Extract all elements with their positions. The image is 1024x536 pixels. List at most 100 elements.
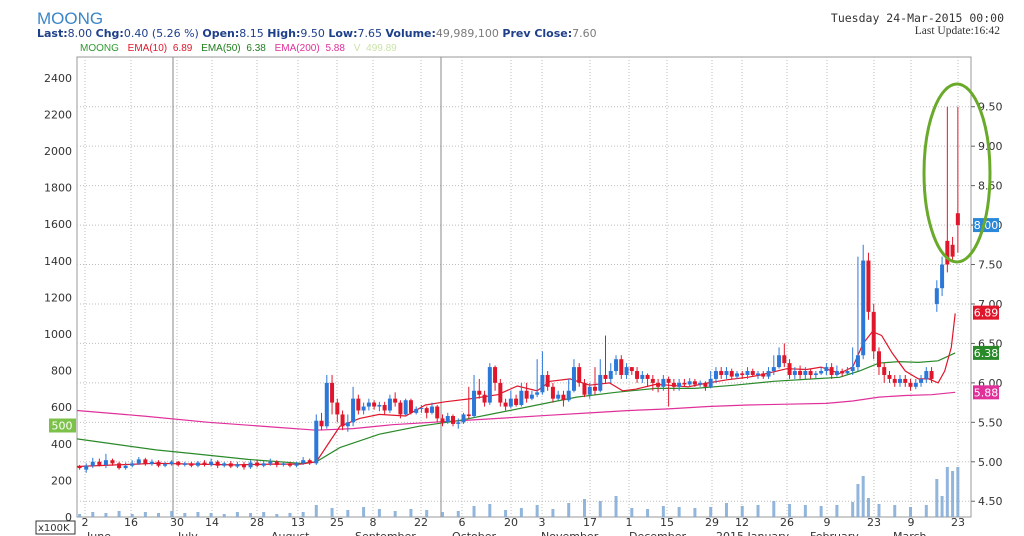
x-tick: 30: [170, 516, 184, 529]
candle-body: [808, 371, 813, 375]
candle-body: [840, 371, 845, 374]
candle-body: [950, 244, 955, 257]
candle-body: [382, 404, 387, 411]
volume-bar: [940, 496, 944, 517]
volume-bar: [393, 511, 397, 517]
volume-bar: [409, 509, 413, 517]
candle-body: [682, 382, 687, 385]
candle-body: [677, 382, 682, 387]
candle-body: [248, 462, 253, 468]
candle-body: [345, 422, 350, 427]
candle-body: [850, 367, 855, 372]
candle-body: [228, 463, 233, 467]
volume-bar: [866, 498, 870, 517]
candle-body: [882, 367, 887, 375]
x-tick: 15: [660, 516, 674, 529]
candle-body: [429, 406, 434, 413]
candle-body: [149, 461, 154, 465]
volume-bar: [819, 506, 823, 517]
candle-body: [340, 414, 345, 427]
candle-body: [566, 390, 571, 401]
candle-body: [503, 402, 508, 407]
candle-body: [482, 394, 487, 403]
candle-body: [451, 416, 456, 424]
candle-body: [241, 464, 246, 468]
y-left-tick: 2000: [44, 145, 72, 158]
candle-body: [440, 418, 445, 423]
volume-bar: [951, 471, 955, 517]
candle-body: [635, 371, 640, 379]
candle-body: [834, 371, 839, 375]
volume-bar: [835, 505, 839, 517]
ema50-marker: 6.38: [974, 347, 999, 360]
candle-body: [661, 378, 666, 387]
candle-body: [202, 462, 207, 465]
month-label: March: [893, 530, 927, 536]
candle-body: [640, 374, 645, 379]
candle-body: [287, 463, 292, 466]
x-tick: 29: [705, 516, 719, 529]
candle-body: [703, 382, 708, 387]
candle-body: [724, 371, 729, 375]
candle-body: [687, 381, 692, 385]
candle-body: [782, 355, 787, 364]
candle-body: [169, 461, 174, 465]
candle-body: [356, 398, 361, 411]
candle-body: [307, 460, 312, 464]
candle-body: [729, 371, 734, 377]
candle-body: [456, 422, 461, 424]
candle-body: [771, 367, 776, 372]
candle-body: [824, 367, 829, 372]
price-chart[interactable]: 0200400600800100012001400160018002000220…: [0, 0, 1024, 536]
candle-body: [235, 464, 240, 467]
candle-body: [571, 367, 576, 391]
x-tick: 16: [124, 516, 138, 529]
candle-body: [819, 371, 824, 374]
y-left-tick: 1800: [44, 182, 72, 195]
candle-body: [319, 420, 324, 427]
candle-body: [540, 374, 545, 393]
candle-body: [813, 373, 818, 375]
volume-bar: [945, 467, 949, 517]
candle-body: [866, 260, 871, 312]
volume-bar: [275, 514, 279, 517]
month-label: August: [271, 530, 310, 536]
plot-area: [76, 56, 972, 518]
month-label: 2015 January: [716, 530, 790, 536]
volume-bar: [519, 508, 523, 517]
volume-bar: [924, 505, 928, 517]
y-right-tick: 5.50: [978, 416, 1003, 429]
month-label: February: [810, 530, 859, 536]
candle-body: [393, 398, 398, 403]
volume-bar: [472, 506, 476, 517]
candle-body: [274, 461, 279, 465]
candle-body: [829, 367, 834, 375]
candle-body: [461, 414, 466, 423]
candle-body: [614, 359, 619, 372]
candle-body: [508, 398, 513, 407]
candle-body: [163, 464, 168, 466]
candle-body: [176, 461, 181, 465]
candle-body: [698, 382, 703, 385]
candle-body: [387, 398, 392, 411]
candle-body: [377, 404, 382, 407]
x-tick: 22: [414, 516, 428, 529]
candle-body: [215, 461, 220, 466]
candle-body: [598, 374, 603, 391]
y-left-tick: 2400: [44, 72, 72, 85]
candle-body: [435, 406, 440, 419]
candle-body: [351, 398, 356, 423]
candle-body: [656, 382, 661, 387]
volume-marker: 500: [52, 420, 73, 433]
y-left-tick: 1200: [44, 291, 72, 304]
y-left-tick: 1400: [44, 255, 72, 268]
candle-body: [761, 373, 766, 377]
candle-body: [487, 367, 492, 403]
candle-body: [766, 371, 771, 377]
candle-body: [734, 373, 739, 377]
y-left-tick: 2200: [44, 108, 72, 121]
candle-body: [561, 394, 566, 401]
y-left-tick: 1600: [44, 218, 72, 231]
volume-bar: [143, 512, 147, 517]
volume-bar: [551, 509, 555, 517]
